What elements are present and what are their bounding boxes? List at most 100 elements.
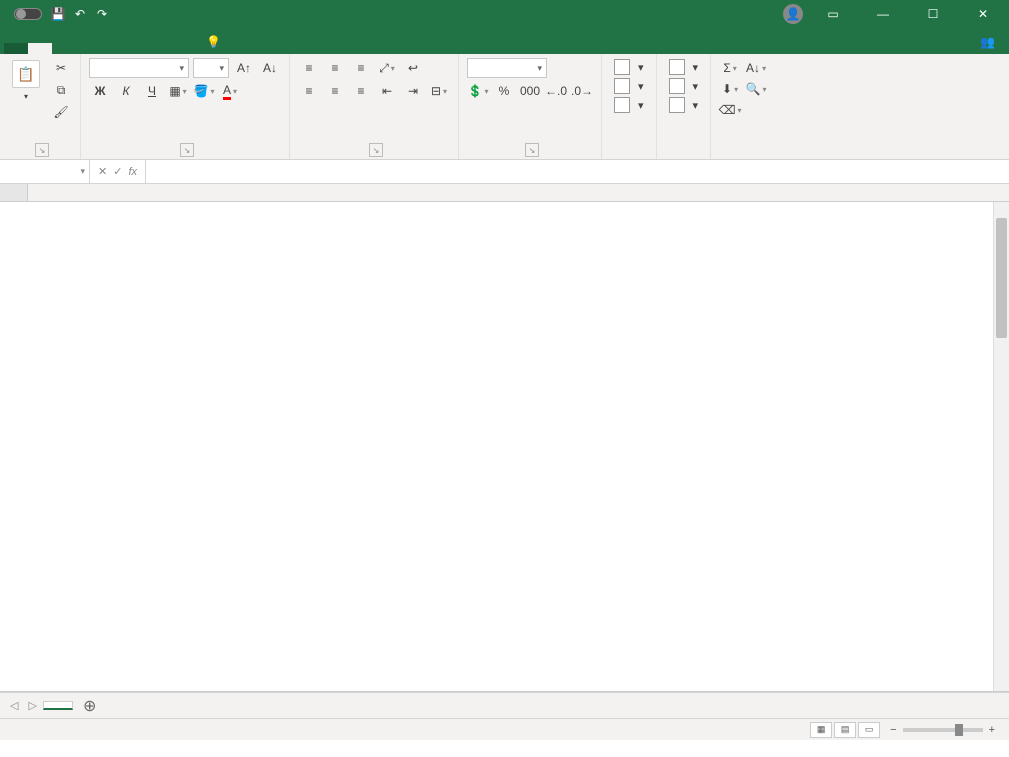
- grow-font-icon[interactable]: A↑: [233, 58, 255, 78]
- tab-home[interactable]: [28, 43, 52, 54]
- currency-icon[interactable]: 💲: [467, 81, 489, 101]
- select-all-corner[interactable]: [0, 184, 28, 201]
- zoom-in-icon[interactable]: +: [989, 724, 995, 736]
- copy-icon[interactable]: ⧉: [50, 80, 72, 100]
- group-cells: ▾ ▾ ▾: [657, 54, 712, 159]
- align-left-icon[interactable]: ≡: [298, 81, 320, 101]
- title-bar: 💾 ↶ ↷ 👤 ▭ — ☐ ✕: [0, 0, 1009, 28]
- tab-layout[interactable]: [76, 43, 100, 54]
- format-table-button[interactable]: ▾: [610, 77, 648, 95]
- insert-cells-button[interactable]: ▾: [665, 58, 703, 76]
- align-center-icon[interactable]: ≡: [324, 81, 346, 101]
- user-avatar-icon[interactable]: 👤: [783, 4, 803, 24]
- view-pagebreak-icon[interactable]: ▭: [858, 722, 880, 738]
- tab-data[interactable]: [124, 43, 148, 54]
- bold-icon[interactable]: Ж: [89, 81, 111, 101]
- worksheet-area[interactable]: [0, 184, 1009, 692]
- insert-cells-icon: [669, 59, 685, 75]
- enter-formula-icon[interactable]: ✓: [113, 165, 122, 178]
- sheet-tab-tabel[interactable]: [43, 701, 73, 710]
- autosave-toggle[interactable]: [14, 8, 42, 20]
- italic-icon[interactable]: К: [115, 81, 137, 101]
- wrap-text-icon[interactable]: ↩: [402, 58, 424, 78]
- undo-icon[interactable]: ↶: [72, 6, 88, 22]
- add-sheet-icon[interactable]: ⊕: [75, 696, 104, 716]
- number-launcher[interactable]: ↘: [525, 143, 539, 157]
- ribbon-options-icon[interactable]: ▭: [813, 0, 853, 28]
- zoom-out-icon[interactable]: −: [890, 724, 896, 736]
- orientation-icon[interactable]: ⤢: [376, 58, 398, 78]
- comma-icon[interactable]: 000: [519, 81, 541, 101]
- share-icon: 👥: [980, 35, 995, 49]
- align-right-icon[interactable]: ≡: [350, 81, 372, 101]
- cancel-formula-icon[interactable]: ✕: [98, 165, 107, 178]
- find-icon[interactable]: 🔍: [745, 79, 767, 99]
- zoom-slider[interactable]: [903, 728, 983, 732]
- cond-format-icon: [614, 59, 630, 75]
- close-icon[interactable]: ✕: [963, 0, 1003, 28]
- fx-icon[interactable]: fx: [128, 166, 137, 178]
- group-editing: ΣA↓ ⬇🔍 ⌫: [711, 54, 775, 159]
- tell-me[interactable]: 💡: [196, 30, 235, 54]
- grid[interactable]: [28, 202, 993, 691]
- redo-icon[interactable]: ↷: [94, 6, 110, 22]
- align-bottom-icon[interactable]: ≡: [350, 58, 372, 78]
- maximize-icon[interactable]: ☐: [913, 0, 953, 28]
- tab-review[interactable]: [148, 43, 172, 54]
- status-bar: ▦ ▤ ▭ − +: [0, 718, 1009, 740]
- align-middle-icon[interactable]: ≡: [324, 58, 346, 78]
- font-color-icon[interactable]: A: [219, 81, 241, 101]
- sheet-nav-prev-icon[interactable]: ◁: [6, 699, 22, 712]
- cut-icon[interactable]: ✂: [50, 58, 72, 78]
- save-icon[interactable]: 💾: [50, 6, 66, 22]
- clear-icon[interactable]: ⌫: [719, 100, 741, 120]
- cond-format-button[interactable]: ▾: [610, 58, 648, 76]
- autosum-icon[interactable]: Σ: [719, 58, 741, 78]
- indent-dec-icon[interactable]: ⇤: [376, 81, 398, 101]
- tab-file[interactable]: [4, 43, 28, 54]
- dec-decimal-icon[interactable]: .0→: [571, 81, 593, 101]
- column-headers[interactable]: [0, 184, 1009, 202]
- sheet-content: [28, 202, 993, 691]
- formula-bar: ✕ ✓ fx: [0, 160, 1009, 184]
- cell-styles-button[interactable]: ▾: [610, 96, 648, 114]
- tab-formulas[interactable]: [100, 43, 124, 54]
- formula-input[interactable]: [146, 160, 1009, 183]
- border-icon[interactable]: ▦: [167, 81, 189, 101]
- format-painter-icon[interactable]: 🖌: [50, 102, 72, 122]
- shrink-font-icon[interactable]: A↓: [259, 58, 281, 78]
- fill-icon[interactable]: ⬇: [719, 79, 741, 99]
- font-size-select[interactable]: [193, 58, 229, 78]
- tab-view[interactable]: [172, 43, 196, 54]
- inc-decimal-icon[interactable]: ←.0: [545, 81, 567, 101]
- format-cells-button[interactable]: ▾: [665, 96, 703, 114]
- fill-color-icon[interactable]: 🪣: [193, 81, 215, 101]
- minimize-icon[interactable]: —: [863, 0, 903, 28]
- share-button[interactable]: 👥: [970, 30, 1009, 54]
- group-clipboard: 📋 ▾ ✂ ⧉ 🖌 ↘: [0, 54, 81, 159]
- name-box[interactable]: [0, 160, 90, 183]
- clipboard-launcher[interactable]: ↘: [35, 143, 49, 157]
- group-alignment: ≡ ≡ ≡ ⤢ ↩ ≡ ≡ ≡ ⇤ ⇥ ⊟ ↘: [290, 54, 459, 159]
- font-name-select[interactable]: [89, 58, 189, 78]
- sort-filter-icon[interactable]: A↓: [745, 58, 767, 78]
- align-launcher[interactable]: ↘: [369, 143, 383, 157]
- indent-inc-icon[interactable]: ⇥: [402, 81, 424, 101]
- paste-button[interactable]: 📋 ▾: [8, 58, 44, 103]
- tab-insert[interactable]: [52, 43, 76, 54]
- group-font: A↑ A↓ Ж К Ч ▦ 🪣 A ↘: [81, 54, 290, 159]
- underline-icon[interactable]: Ч: [141, 81, 163, 101]
- vertical-scrollbar[interactable]: [993, 202, 1009, 691]
- percent-icon[interactable]: %: [493, 81, 515, 101]
- view-layout-icon[interactable]: ▤: [834, 722, 856, 738]
- delete-cells-button[interactable]: ▾: [665, 77, 703, 95]
- number-format-select[interactable]: [467, 58, 547, 78]
- merge-icon[interactable]: ⊟: [428, 81, 450, 101]
- view-normal-icon[interactable]: ▦: [810, 722, 832, 738]
- format-table-icon: [614, 78, 630, 94]
- group-styles: ▾ ▾ ▾: [602, 54, 657, 159]
- cell-styles-icon: [614, 97, 630, 113]
- align-top-icon[interactable]: ≡: [298, 58, 320, 78]
- font-launcher[interactable]: ↘: [180, 143, 194, 157]
- sheet-nav-next-icon[interactable]: ▷: [24, 699, 40, 712]
